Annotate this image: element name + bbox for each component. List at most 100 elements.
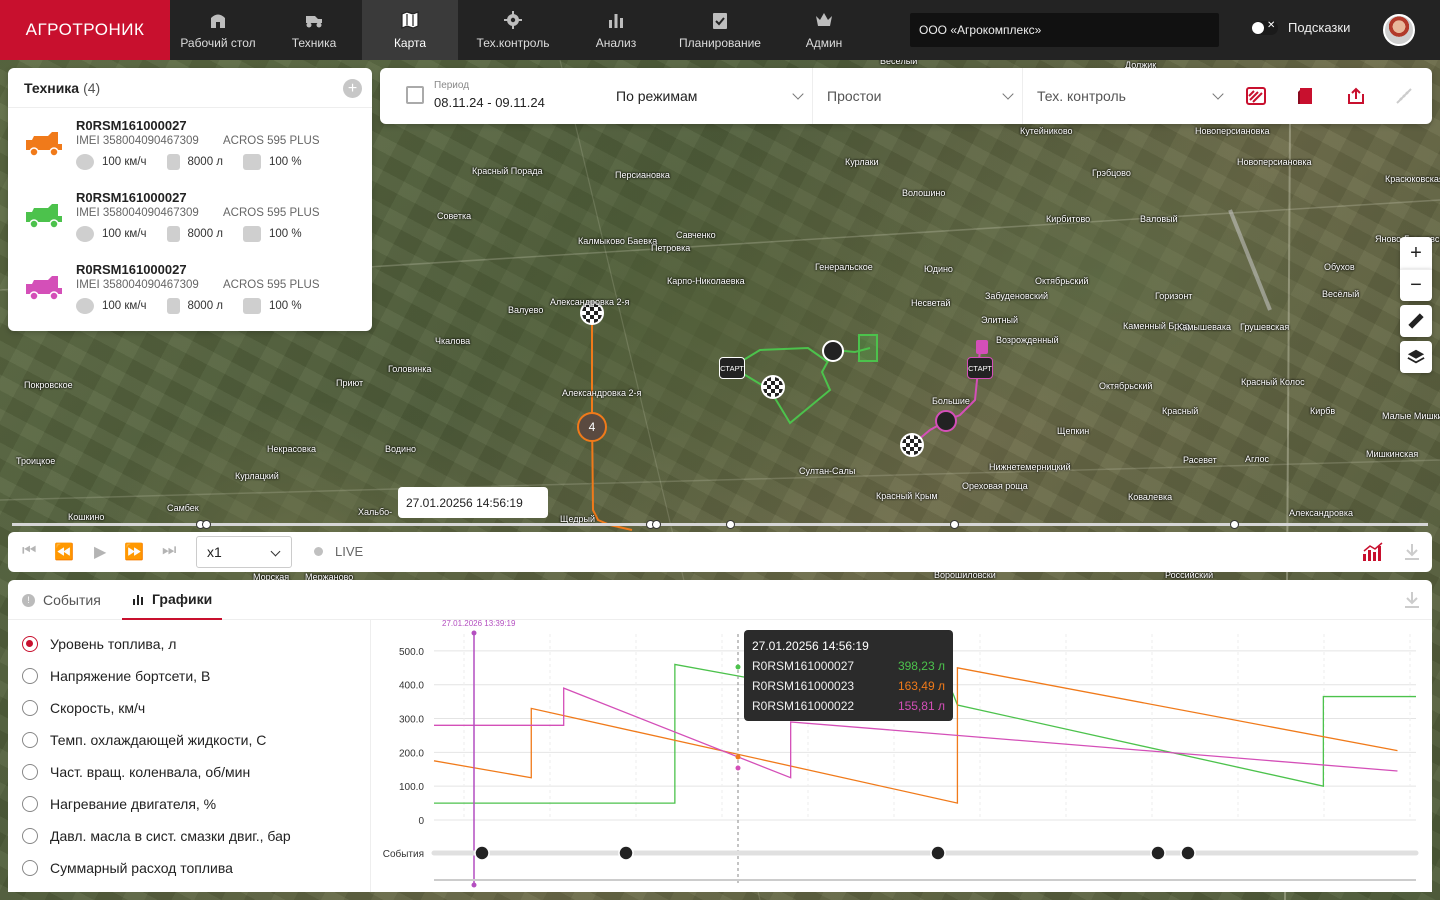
hints-toggle-group[interactable]: Подсказки [1252,20,1350,35]
fuel-tank-icon [166,298,180,314]
chart-event-icon[interactable] [618,845,634,861]
timeline-event-marker[interactable] [1230,520,1239,529]
download-icon[interactable] [1404,543,1420,561]
timeline-time-tooltip: 27.01.20256 14:56:19 [398,487,548,518]
timeline-event-marker[interactable] [652,520,661,529]
chart-tooltip-name: R0RSM161000027 [752,659,855,673]
zoom-in-button[interactable]: + [1400,237,1432,269]
timeline-event-marker[interactable] [950,520,959,529]
parameter-option[interactable]: Уровень топлива, л [22,636,176,652]
nav-map[interactable]: Карта [362,0,458,60]
vehicle-imei: IMEI 358004090467309 [76,135,199,147]
radio-button[interactable] [22,860,38,876]
start-marker[interactable]: СТАРТ [719,357,745,379]
ruler-disabled-icon[interactable] [1394,86,1414,106]
parameter-option[interactable]: Нагревание двигателя, % [22,796,216,812]
calendar-icon[interactable] [406,86,424,104]
live-label: LIVE [335,544,364,559]
bar-chart-icon [609,14,623,28]
radio-button[interactable] [22,764,38,780]
radio-button[interactable] [22,668,38,684]
zoom-out-button[interactable]: − [1400,269,1432,301]
vehicle-list-item[interactable]: R0RSM161000027 IMEI 358004090467309 ACROS … [8,256,372,328]
parameter-option[interactable]: Суммарный расход топлива [22,860,233,876]
radio-button[interactable] [22,732,38,748]
field-zone-icon[interactable] [858,334,878,362]
vehicle-list-item[interactable]: R0RSM161000027 IMEI 358004090467309 ACROS … [8,184,372,256]
play-icon[interactable]: ▶ [94,542,106,562]
pink-flag-icon[interactable] [976,340,988,354]
chart-event-icon[interactable] [474,845,490,861]
parameter-option[interactable]: Скорость, км/ч [22,700,145,716]
parameter-option[interactable]: Темп. охлаждающей жидкости, С [22,732,266,748]
fuel-tank-icon [166,226,180,242]
radio-button[interactable] [22,828,38,844]
user-avatar[interactable] [1383,14,1415,46]
add-vehicle-button[interactable]: + [343,79,362,98]
timeline-event-marker[interactable] [202,520,211,529]
vehicle-fuel: 8000 л [187,300,224,312]
mode-dropdown[interactable]: По режимам [602,68,812,124]
map-place-label: Калмыково Баевка [578,236,658,246]
bottom-tabs: ! События Графики [8,580,1432,620]
fast-forward-icon[interactable]: ⏩ [124,542,144,562]
parameter-label: Нагревание двигателя, % [50,796,217,812]
nav-analysis[interactable]: Анализ [568,0,664,60]
skip-end-icon[interactable]: ⏭ [162,542,176,560]
finish-flag-icon[interactable] [761,375,785,399]
tab-charts[interactable]: Графики [122,580,223,620]
live-toggle[interactable]: LIVE [314,544,363,559]
ruler-button[interactable] [1400,305,1432,337]
vehicle-load: 100 % [269,228,302,240]
parameter-option[interactable]: Напряжение бортсети, В [22,668,210,684]
period-value[interactable]: 08.11.24 - 09.11.24 [434,95,545,110]
radio-button[interactable] [22,636,38,652]
parameter-option[interactable]: Давл. масла в сист. смазки двиг., бар [22,828,291,844]
download-icon[interactable] [1404,591,1420,609]
parameter-option[interactable]: Част. вращ. коленвала, об/мин [22,764,250,780]
nav-vehicles[interactable]: Техника [266,0,362,60]
cluster-marker[interactable]: 4 [577,412,607,442]
idle-dropdown[interactable]: Простои [812,68,1022,124]
parameter-label: Скорость, км/ч [50,700,146,716]
refuel-event-icon[interactable] [935,410,957,432]
vehicle-list-item[interactable]: R0RSM161000027 IMEI 358004090467309 ACROS … [8,112,372,184]
skip-start-icon[interactable]: ⏮ [22,542,36,560]
start-marker[interactable]: СТАРТ [967,357,993,379]
chevron-down-icon [270,546,281,557]
hints-toggle[interactable] [1252,20,1278,35]
nav-dashboard[interactable]: Рабочий стол [170,0,266,60]
map-place-label: Волошино [902,188,946,198]
rewind-icon[interactable]: ⏪ [54,542,74,562]
parameter-label: Суммарный расход топлива [50,860,233,876]
tab-events[interactable]: ! События [22,580,101,620]
playback-speed-select[interactable]: x1 [196,536,292,568]
clipboard-check-icon [713,13,727,29]
finish-flag-icon[interactable] [900,433,924,457]
hatched-zone-icon[interactable] [1246,86,1266,106]
radio-button[interactable] [22,796,38,812]
drain-event-icon[interactable] [822,340,844,362]
vehicle-stats: 100 км/ч 8000 л 100 % [76,226,322,242]
analytics-chart-icon[interactable] [1362,542,1384,562]
map-place-label: Красный Порада [472,166,543,176]
chart-event-icon[interactable] [1180,845,1196,861]
bookmark-icon[interactable] [1296,86,1316,106]
company-selector[interactable]: ООО «Агрокомплекс» [910,13,1219,47]
chart-tooltip-row: R0RSM161000023 163,49 л [752,679,945,693]
radio-button[interactable] [22,700,38,716]
map-place-label: Щепкин [1057,426,1090,436]
nav-planning[interactable]: Планирование [664,0,776,60]
map-place-label: Октябрьский [1035,276,1089,286]
layers-button[interactable] [1400,341,1432,373]
timeline-event-marker[interactable] [726,520,735,529]
nav-tech-control[interactable]: Тех.контроль [458,0,568,60]
timeline-track[interactable] [12,520,1428,529]
export-icon[interactable] [1346,86,1366,106]
chart-y-tick: 400.0 [399,681,424,692]
chart-event-icon[interactable] [930,845,946,861]
tech-control-dropdown[interactable]: Тех. контроль [1022,68,1232,124]
chart-event-icon[interactable] [1150,845,1166,861]
app-logo[interactable]: АГРОТРОНИК [0,0,170,60]
nav-admin[interactable]: Админ [776,0,872,60]
